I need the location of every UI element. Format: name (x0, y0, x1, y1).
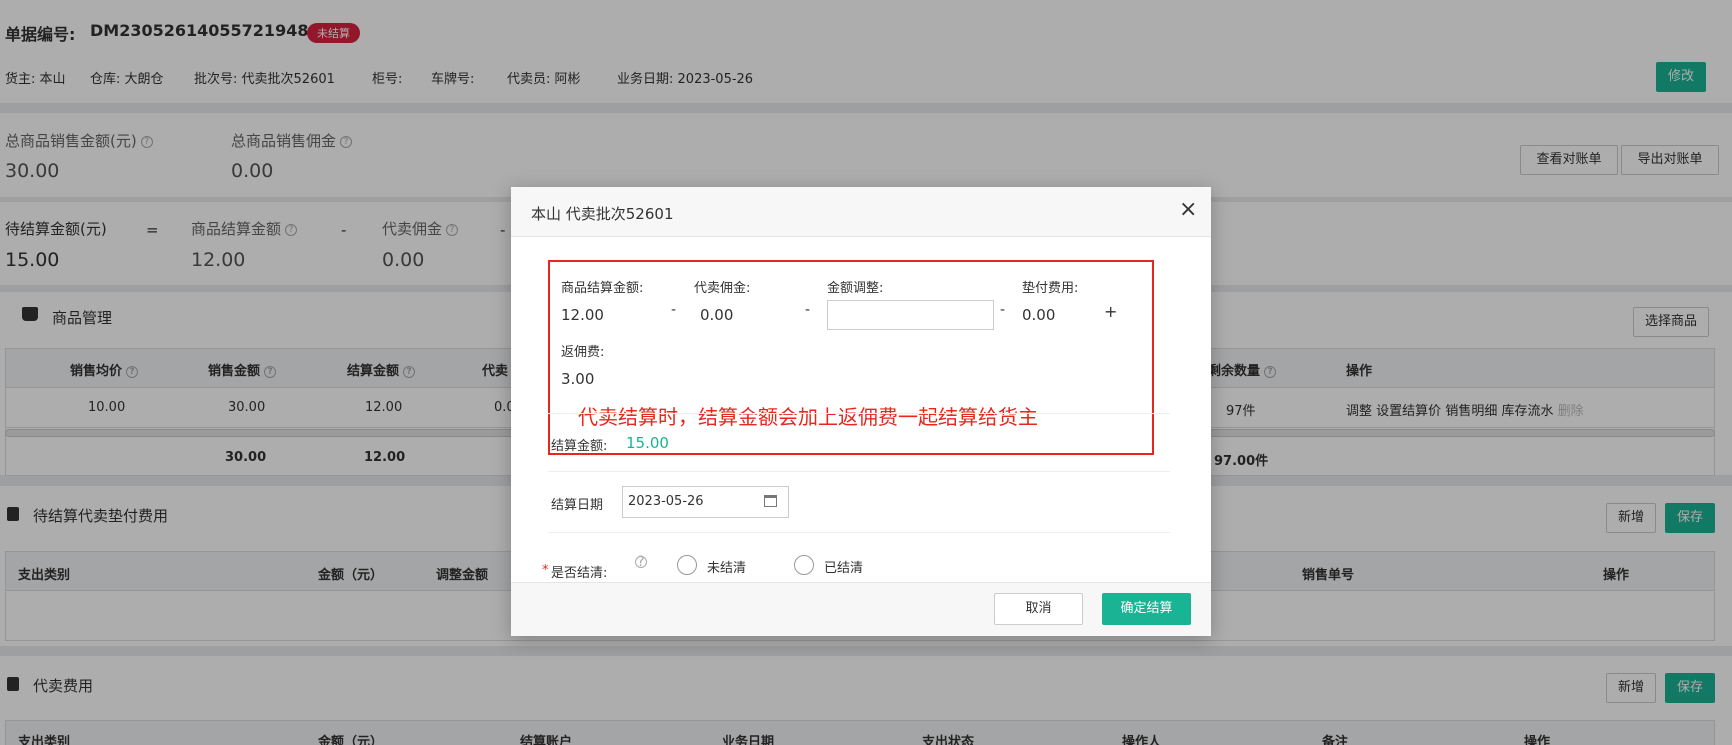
settle-date-label: 结算日期 (551, 498, 604, 513)
total-settle-value: 15.00 (626, 434, 669, 452)
radio-cleared-label[interactable]: 已结清 (824, 557, 863, 576)
minus-sign: - (1000, 302, 1006, 318)
settle-date-picker[interactable]: 2023-05-26 (622, 486, 789, 518)
advance-label: 垫付费用: (1022, 281, 1079, 296)
cancel-button[interactable]: 取消 (994, 593, 1083, 625)
radio-uncleared-label[interactable]: 未结清 (707, 557, 746, 576)
settle-date-value: 2023-05-26 (628, 494, 704, 509)
settlement-modal: 本山 代卖批次52601 × 商品结算金额: 12.00 - 代卖佣金: 0.0… (511, 187, 1211, 636)
adjust-input[interactable] (827, 300, 994, 330)
advance-value: 0.00 (1022, 306, 1056, 324)
radio-uncleared[interactable] (677, 555, 697, 575)
rebate-label: 返佣费: (561, 345, 605, 360)
divider (548, 532, 1170, 533)
radio-cleared[interactable] (794, 555, 814, 575)
commission-value: 0.00 (700, 306, 734, 324)
confirm-settle-button[interactable]: 确定结算 (1102, 593, 1191, 625)
modal-title: 本山 代卖批次52601 (531, 205, 674, 223)
minus-sign: - (671, 302, 677, 318)
divider (548, 413, 1170, 414)
cleared-label: 是否结清: (551, 566, 608, 581)
help-icon: ? (635, 555, 647, 569)
adjust-label: 金额调整: (827, 281, 884, 296)
calendar-icon (764, 495, 777, 507)
annotation-text: 代卖结算时，结算金额会加上返佣费一起结算给货主 (578, 405, 1038, 429)
goods-amount-label: 商品结算金额: (561, 281, 644, 296)
close-icon[interactable]: × (1179, 199, 1197, 221)
divider (548, 471, 1170, 472)
minus-sign: - (805, 302, 811, 318)
rebate-value: 3.00 (561, 370, 595, 388)
total-settle-label: 结算金额: (551, 439, 608, 454)
commission-label: 代卖佣金: (694, 281, 751, 296)
required-mark: * (542, 563, 549, 578)
goods-amount-value: 12.00 (561, 306, 604, 324)
plus-sign: + (1104, 302, 1118, 321)
